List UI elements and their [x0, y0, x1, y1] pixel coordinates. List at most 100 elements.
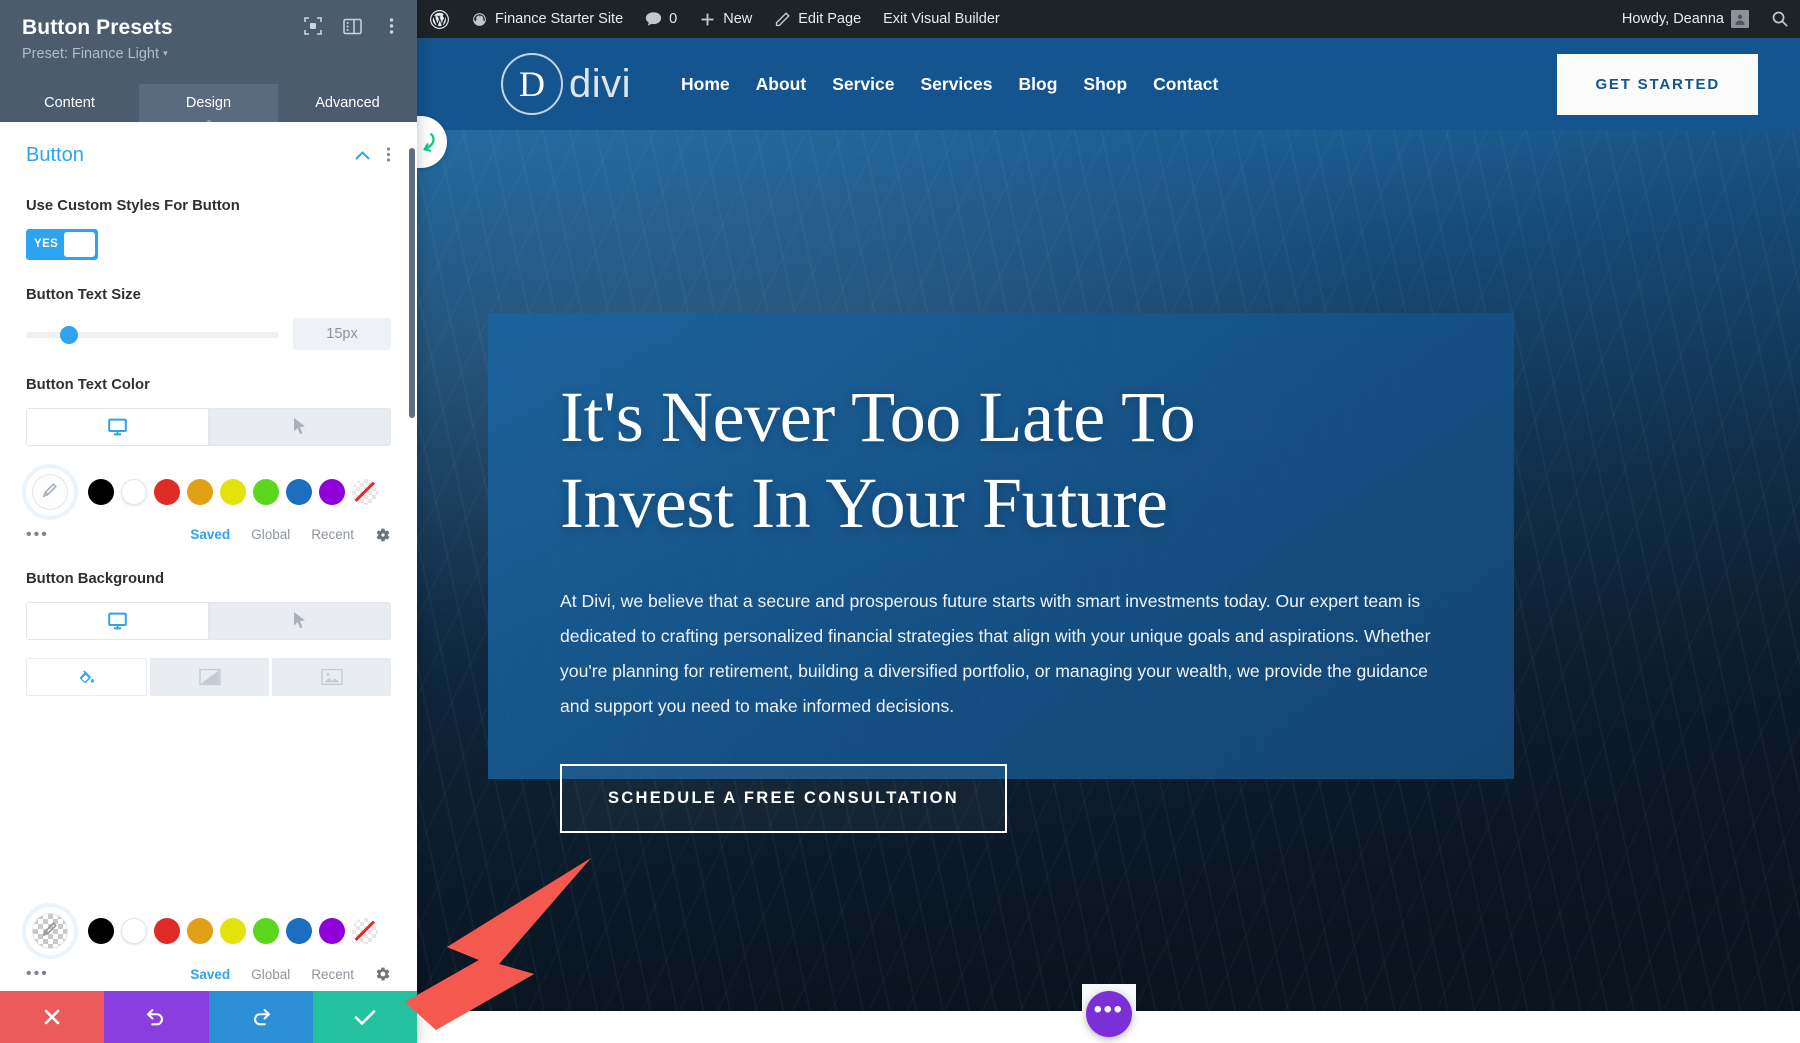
color-swatch[interactable] [319, 918, 345, 944]
palette-link-recent[interactable]: Recent [311, 527, 354, 542]
tab-content[interactable]: Content [0, 84, 139, 122]
section-title-button: Button [26, 144, 84, 166]
header-cta-button[interactable]: GET STARTED [1557, 53, 1758, 115]
slider-handle[interactable] [60, 325, 78, 344]
active-color-swatch[interactable] [26, 467, 74, 516]
eyedropper-icon [42, 482, 58, 502]
admin-bar-new[interactable]: New [688, 0, 763, 38]
tab-design[interactable]: Design [139, 84, 278, 122]
nav-item-about[interactable]: About [756, 74, 807, 95]
toggle-use-custom-styles[interactable]: YES [26, 228, 98, 260]
site-navigation: Home About Service Services Blog Shop Co… [681, 74, 1218, 95]
plus-icon [699, 11, 716, 28]
hero-content-card: It's Never Too Late To Invest In Your Fu… [488, 313, 1514, 833]
slider-button-text-size[interactable] [26, 325, 279, 344]
desktop-icon[interactable] [26, 601, 209, 640]
paint-bucket-icon[interactable] [26, 657, 147, 696]
kebab-menu-icon[interactable] [381, 16, 401, 36]
builder-main-menu-fab[interactable]: ••• [1085, 991, 1132, 1037]
visual-builder-viewport: D divi Home About Service Services Blog … [417, 38, 1800, 1043]
color-swatch[interactable] [154, 918, 180, 944]
hover-cursor-icon[interactable] [208, 601, 391, 640]
field-label-button-text-color: Button Text Color [26, 376, 150, 393]
palette-link-saved[interactable]: Saved [190, 967, 230, 982]
color-palette-text-color: ••• Saved Global Recent [26, 464, 391, 544]
nav-item-service[interactable]: Service [832, 74, 894, 95]
more-colors-button[interactable]: ••• [26, 965, 49, 983]
chevron-up-icon[interactable] [355, 147, 370, 164]
redo-button[interactable] [208, 991, 313, 1043]
color-swatch[interactable] [220, 918, 246, 944]
settings-preset-selector[interactable]: Preset: Finance Light ▾ [22, 46, 395, 62]
color-swatch[interactable] [319, 478, 345, 505]
device-state-tabs-background [26, 601, 391, 640]
kebab-menu-icon[interactable] [386, 146, 391, 166]
admin-bar-exit-visual-builder[interactable]: Exit Visual Builder [872, 0, 1011, 38]
color-swatch[interactable] [121, 918, 147, 944]
hero-heading: It's Never Too Late To Invest In Your Fu… [560, 375, 1442, 546]
background-color-palette: ••• Saved Global Recent [0, 891, 417, 991]
panel-layout-icon[interactable] [342, 16, 362, 36]
site-logo[interactable]: D divi [501, 53, 631, 115]
color-swatch[interactable] [187, 478, 213, 505]
nav-item-contact[interactable]: Contact [1153, 74, 1218, 95]
search-icon[interactable] [1760, 0, 1800, 38]
hover-cursor-icon[interactable] [208, 407, 391, 446]
color-swatch[interactable] [187, 918, 213, 944]
field-button-text-size: Button Text Size [26, 286, 391, 350]
tab-advanced[interactable]: Advanced [278, 84, 417, 122]
settings-preset-label: Preset: Finance Light [22, 46, 160, 62]
gear-icon[interactable] [375, 527, 391, 543]
cancel-button[interactable] [0, 991, 105, 1043]
color-swatch[interactable] [88, 918, 114, 944]
nav-item-shop[interactable]: Shop [1083, 74, 1127, 95]
field-use-custom-styles: Use Custom Styles For Button YES [26, 197, 391, 260]
admin-bar-edit-page[interactable]: Edit Page [763, 0, 872, 38]
palette-link-recent[interactable]: Recent [311, 967, 354, 982]
settings-panel-scrollbar[interactable] [409, 148, 415, 418]
hero-heading-line-1: It's Never Too Late To [560, 377, 1196, 457]
palette-meta-row: ••• Saved Global Recent [26, 965, 391, 983]
color-swatch[interactable] [286, 478, 312, 505]
admin-bar-edit-page-label: Edit Page [798, 11, 862, 27]
color-swatch-none[interactable] [352, 478, 378, 505]
color-swatch[interactable] [220, 478, 246, 505]
admin-bar-site-name-label: Finance Starter Site [495, 11, 624, 27]
module-settings-panel: Button Presets Preset: Finance Light ▾ C… [0, 0, 417, 1043]
image-icon[interactable] [272, 657, 391, 696]
admin-bar-site-name[interactable]: Finance Starter Site [460, 0, 634, 38]
input-button-text-size[interactable] [293, 317, 391, 350]
palette-link-global[interactable]: Global [251, 967, 290, 982]
nav-item-blog[interactable]: Blog [1019, 74, 1058, 95]
settings-panel-body: Button Use Custom Styles For Button YES … [0, 122, 417, 891]
color-swatch-none[interactable] [352, 918, 378, 944]
focus-target-icon[interactable] [303, 16, 323, 36]
color-swatch[interactable] [286, 918, 312, 944]
hero-cta-button[interactable]: SCHEDULE A FREE CONSULTATION [560, 763, 1008, 833]
site-header: D divi Home About Service Services Blog … [417, 38, 1800, 168]
color-swatch[interactable] [121, 478, 147, 505]
active-color-swatch[interactable] [26, 907, 74, 955]
wordpress-logo-icon[interactable] [417, 0, 460, 38]
undo-button[interactable] [104, 991, 209, 1043]
admin-bar-greeting: Howdy, Deanna [1621, 11, 1724, 27]
admin-bar-new-label: New [723, 11, 753, 27]
gear-icon[interactable] [375, 966, 391, 982]
color-swatch[interactable] [253, 478, 279, 505]
color-swatch[interactable] [88, 478, 114, 505]
more-colors-button[interactable]: ••• [26, 526, 49, 544]
admin-bar-comments[interactable]: 0 [634, 0, 688, 38]
admin-bar-my-account[interactable]: Howdy, Deanna [1611, 0, 1760, 38]
desktop-icon[interactable] [26, 407, 209, 446]
palette-link-saved[interactable]: Saved [190, 527, 230, 542]
palette-link-global[interactable]: Global [251, 527, 290, 542]
wordpress-admin-bar: Finance Starter Site 0 New Edit Page Exi… [417, 0, 1800, 38]
color-swatch[interactable] [154, 478, 180, 505]
active-color-preview [32, 473, 68, 510]
save-button[interactable] [312, 991, 417, 1043]
settings-panel-header-actions [303, 16, 401, 36]
color-swatch[interactable] [253, 918, 279, 944]
nav-item-services[interactable]: Services [920, 74, 992, 95]
gradient-icon[interactable] [150, 657, 269, 696]
nav-item-home[interactable]: Home [681, 74, 730, 95]
